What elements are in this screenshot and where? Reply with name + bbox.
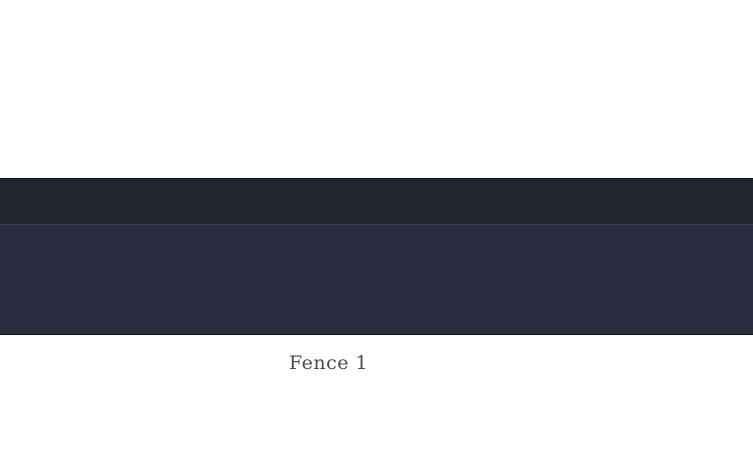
fence-widget[interactable]: [0, 178, 753, 335]
desktop-canvas: Fence 1: [0, 0, 753, 473]
fence-content-area[interactable]: [0, 225, 753, 334]
fence-label: Fence 1: [289, 352, 369, 374]
fence-title-bar[interactable]: [0, 179, 753, 225]
